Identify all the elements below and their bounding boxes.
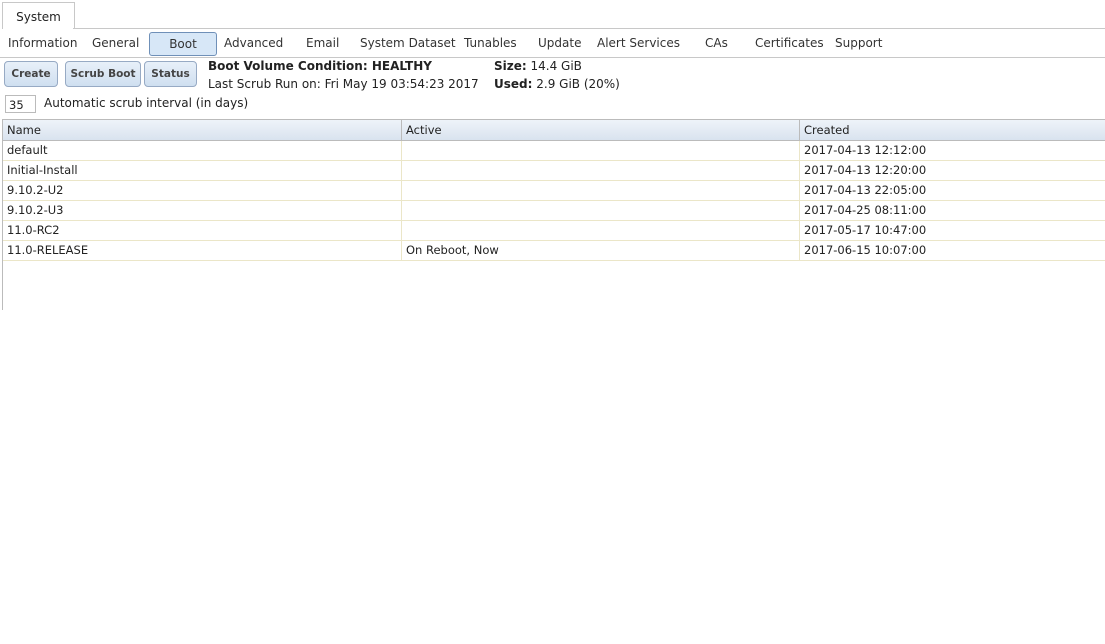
size-value: 14.4 GiB bbox=[530, 59, 582, 73]
cell-active bbox=[401, 161, 799, 180]
cell-active: On Reboot, Now bbox=[401, 241, 799, 260]
table-row[interactable]: 9.10.2-U2 2017-04-13 22:05:00 bbox=[3, 181, 1105, 201]
tab-tunables[interactable]: Tunables bbox=[464, 32, 517, 54]
cell-name: Initial-Install bbox=[7, 163, 78, 177]
cell-active bbox=[401, 181, 799, 200]
condition-value: HEALTHY bbox=[371, 59, 432, 73]
cell-created: 2017-06-15 10:07:00 bbox=[799, 241, 1105, 260]
table-row[interactable]: 11.0-RELEASE On Reboot, Now 2017-06-15 10:… bbox=[3, 241, 1105, 261]
tab-system[interactable]: System bbox=[2, 2, 75, 29]
cell-created: 2017-04-13 22:05:00 bbox=[799, 181, 1105, 200]
condition-label: Boot Volume Condition: bbox=[208, 59, 368, 73]
status-button[interactable]: Status bbox=[144, 61, 197, 87]
table-header: Name Active Created bbox=[3, 119, 1105, 141]
cell-created: 2017-04-13 12:20:00 bbox=[799, 161, 1105, 180]
scrub-boot-button[interactable]: Scrub Boot bbox=[65, 61, 141, 87]
table-row[interactable]: Initial-Install 2017-04-13 12:20:00 bbox=[3, 161, 1105, 181]
cell-active bbox=[401, 221, 799, 240]
cell-name: 9.10.2-U2 bbox=[7, 183, 64, 197]
cell-active bbox=[401, 141, 799, 160]
table-row[interactable]: 9.10.2-U3 2017-04-25 08:11:00 bbox=[3, 201, 1105, 221]
size-info: Size: 14.4 GiB bbox=[494, 59, 582, 73]
sub-tabs: Information General Boot Advanced Email … bbox=[0, 31, 1105, 58]
tab-update[interactable]: Update bbox=[538, 32, 581, 54]
tab-boot[interactable]: Boot bbox=[149, 32, 217, 56]
create-button[interactable]: Create bbox=[4, 61, 58, 87]
column-created[interactable]: Created bbox=[799, 120, 1105, 140]
cell-active bbox=[401, 201, 799, 220]
cell-name: default bbox=[7, 143, 48, 157]
boot-environments-table: Name Active Created default 2017-04-13 12… bbox=[2, 119, 1105, 310]
last-scrub: Last Scrub Run on: Fri May 19 03:54:23 2… bbox=[208, 77, 479, 91]
cell-created: 2017-04-13 12:12:00 bbox=[799, 141, 1105, 160]
cell-name: 11.0-RELEASE bbox=[7, 243, 89, 257]
tab-system-dataset[interactable]: System Dataset bbox=[360, 32, 456, 54]
column-active[interactable]: Active bbox=[401, 120, 799, 140]
table-row[interactable]: default 2017-04-13 12:12:00 bbox=[3, 141, 1105, 161]
tab-information[interactable]: Information bbox=[8, 32, 77, 54]
tab-cas[interactable]: CAs bbox=[705, 32, 728, 54]
boot-condition: Boot Volume Condition: HEALTHY bbox=[208, 59, 432, 73]
used-label: Used: bbox=[494, 77, 533, 91]
used-info: Used: 2.9 GiB (20%) bbox=[494, 77, 620, 91]
used-value: 2.9 GiB (20%) bbox=[536, 77, 620, 91]
scrub-interval-input[interactable]: 35 bbox=[5, 95, 36, 113]
tab-alert-services[interactable]: Alert Services bbox=[597, 32, 680, 54]
cell-created: 2017-04-25 08:11:00 bbox=[799, 201, 1105, 220]
size-label: Size: bbox=[494, 59, 527, 73]
scrub-interval-label: Automatic scrub interval (in days) bbox=[44, 96, 249, 110]
tab-certificates[interactable]: Certificates bbox=[755, 32, 824, 54]
cell-created: 2017-05-17 10:47:00 bbox=[799, 221, 1105, 240]
tab-general[interactable]: General bbox=[92, 32, 139, 54]
tab-support[interactable]: Support bbox=[835, 32, 882, 54]
column-name[interactable]: Name bbox=[3, 120, 401, 140]
tab-advanced[interactable]: Advanced bbox=[224, 32, 283, 54]
tab-email[interactable]: Email bbox=[306, 32, 339, 54]
table-row[interactable]: 11.0-RC2 2017-05-17 10:47:00 bbox=[3, 221, 1105, 241]
cell-name: 11.0-RC2 bbox=[7, 223, 60, 237]
cell-name: 9.10.2-U3 bbox=[7, 203, 64, 217]
divider bbox=[73, 28, 1105, 29]
